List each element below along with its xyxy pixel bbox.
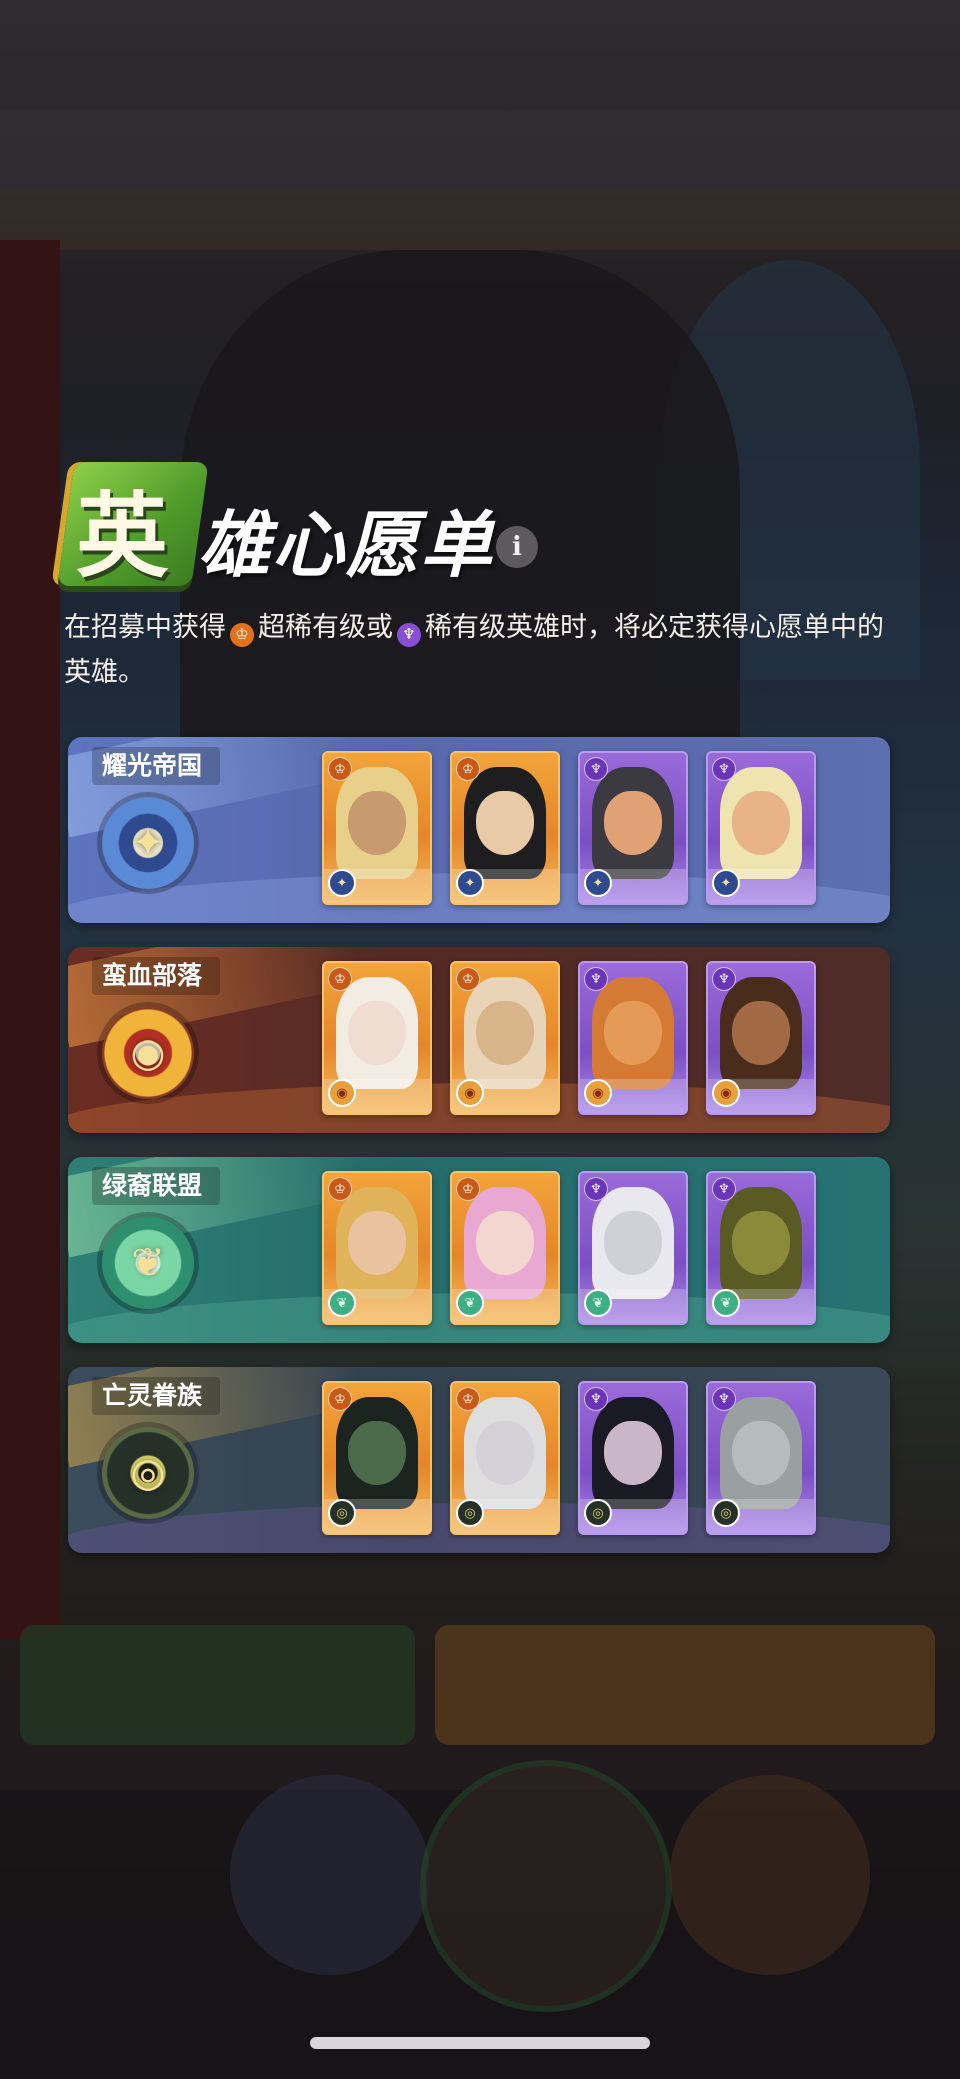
ssr-rank-icon: ♔ <box>456 967 480 991</box>
hero-face <box>732 791 790 855</box>
hero-card[interactable]: ♆ ❦ <box>706 1171 816 1325</box>
hero-face <box>348 1001 406 1065</box>
hero-card[interactable]: ♆ ◎ <box>578 1381 688 1535</box>
faction-badge-icon: ◉ <box>328 1079 356 1107</box>
title-text: 雄心愿单 <box>198 502 495 587</box>
hero-face <box>604 1421 662 1485</box>
hero-face <box>732 1211 790 1275</box>
ssr-rank-icon: ♔ <box>456 757 480 781</box>
faction-emblem-glyph: ✦ <box>131 820 165 866</box>
faction-badge-icon: ❦ <box>456 1289 484 1317</box>
faction-panel: 亡灵眷族 ◎ ♔ ◎ ♔ ◎ ♆ ◎ ♆ ◎ <box>68 1367 890 1553</box>
sr-rank-icon: ♆ <box>584 1387 608 1411</box>
hero-face <box>476 1421 534 1485</box>
faction-emblem-icon: ✦ <box>102 797 194 889</box>
wishlist-title: 英 雄心愿单 i <box>57 458 578 590</box>
faction-badge-icon: ◎ <box>712 1499 740 1527</box>
faction-panel: 耀光帝国 ✦ ♔ ✦ ♔ ✦ ♆ ✦ ♆ ✦ <box>68 737 890 923</box>
faction-emblem-glyph: ◎ <box>130 1450 166 1496</box>
faction-badge-icon: ✦ <box>712 869 740 897</box>
hero-card[interactable]: ♆ ◉ <box>706 961 816 1115</box>
hero-row: ♔ ◎ ♔ ◎ ♆ ◎ ♆ ◎ <box>322 1381 816 1535</box>
faction-badge-icon: ◎ <box>328 1499 356 1527</box>
faction-badge-icon: ❦ <box>584 1289 612 1317</box>
ssr-rank-icon: ♔ <box>456 1387 480 1411</box>
hero-face <box>476 1211 534 1275</box>
hero-card[interactable]: ♆ ❦ <box>578 1171 688 1325</box>
sr-rank-icon: ♆ <box>712 1387 736 1411</box>
hero-card[interactable]: ♔ ◎ <box>322 1381 432 1535</box>
faction-emblem-icon: ◎ <box>102 1427 194 1519</box>
faction-emblem-icon: ◉ <box>102 1007 194 1099</box>
ssr-rank-icon: ♔ <box>230 622 254 647</box>
hero-face <box>476 1001 534 1065</box>
hero-card[interactable]: ♆ ✦ <box>578 751 688 905</box>
ssr-rank-icon: ♔ <box>328 1177 352 1201</box>
ssr-rank-icon: ♔ <box>328 1387 352 1411</box>
hero-card[interactable]: ♔ ◉ <box>322 961 432 1115</box>
hero-row: ♔ ❦ ♔ ❦ ♆ ❦ ♆ ❦ <box>322 1171 816 1325</box>
hero-face <box>348 791 406 855</box>
hero-card[interactable]: ♔ ◎ <box>450 1381 560 1535</box>
ssr-rank-icon: ♔ <box>328 757 352 781</box>
ssr-rank-icon: ♔ <box>456 1177 480 1201</box>
faction-badge-icon: ◉ <box>584 1079 612 1107</box>
wishlist-description: 在招募中获得 ♔ 超稀有级或 ♆ 稀有级英雄时，将必定获得心愿单中的英雄。 <box>64 605 904 695</box>
faction-emblem-glyph: ❦ <box>131 1240 165 1286</box>
hero-face <box>732 1001 790 1065</box>
sr-rank-icon: ♆ <box>712 757 736 781</box>
sr-rank-icon: ♆ <box>712 1177 736 1201</box>
faction-badge-icon: ✦ <box>328 869 356 897</box>
faction-badge-icon: ◎ <box>584 1499 612 1527</box>
sr-rank-icon: ♆ <box>584 1177 608 1201</box>
hero-card[interactable]: ♆ ◎ <box>706 1381 816 1535</box>
hero-face <box>604 791 662 855</box>
faction-name: 蛮血部落 <box>92 957 221 995</box>
hero-row: ♔ ✦ ♔ ✦ ♆ ✦ ♆ ✦ <box>322 751 816 905</box>
hero-card[interactable]: ♆ ◉ <box>578 961 688 1115</box>
sr-rank-icon: ♆ <box>712 967 736 991</box>
faction-panel: 绿裔联盟 ❦ ♔ ❦ ♔ ❦ ♆ ❦ ♆ ❦ <box>68 1157 890 1343</box>
faction-badge-icon: ❦ <box>712 1289 740 1317</box>
faction-badge-icon: ✦ <box>456 869 484 897</box>
sr-rank-icon: ♆ <box>584 757 608 781</box>
ssr-rank-icon: ♔ <box>328 967 352 991</box>
faction-name: 绿裔联盟 <box>92 1167 221 1205</box>
faction-name: 亡灵眷族 <box>92 1377 221 1415</box>
home-indicator <box>310 2037 650 2049</box>
hero-card[interactable]: ♔ ❦ <box>322 1171 432 1325</box>
faction-badge-icon: ◉ <box>712 1079 740 1107</box>
hero-card[interactable]: ♆ ✦ <box>706 751 816 905</box>
faction-emblem-glyph: ◉ <box>130 1030 166 1076</box>
hero-card[interactable]: ♔ ◉ <box>450 961 560 1115</box>
hero-card[interactable]: ♔ ❦ <box>450 1171 560 1325</box>
hero-face <box>348 1421 406 1485</box>
hero-card[interactable]: ♔ ✦ <box>322 751 432 905</box>
hero-face <box>604 1211 662 1275</box>
faction-emblem-icon: ❦ <box>102 1217 194 1309</box>
hero-face <box>604 1001 662 1065</box>
faction-badge-icon: ◉ <box>456 1079 484 1107</box>
info-icon[interactable]: i <box>496 526 538 568</box>
description-part1: 在招募中获得 <box>64 612 226 643</box>
hero-face <box>732 1421 790 1485</box>
faction-name: 耀光帝国 <box>92 747 221 785</box>
hero-face <box>348 1211 406 1275</box>
sr-rank-icon: ♆ <box>397 622 421 647</box>
description-part2: 超稀有级或 <box>258 612 393 643</box>
hero-face <box>476 791 534 855</box>
faction-badge-icon: ❦ <box>328 1289 356 1317</box>
title-badge-char: 英 <box>76 482 169 590</box>
hero-row: ♔ ◉ ♔ ◉ ♆ ◉ ♆ ◉ <box>322 961 816 1115</box>
faction-panel: 蛮血部落 ◉ ♔ ◉ ♔ ◉ ♆ ◉ ♆ ◉ <box>68 947 890 1133</box>
hero-card[interactable]: ♔ ✦ <box>450 751 560 905</box>
sr-rank-icon: ♆ <box>584 967 608 991</box>
faction-badge-icon: ✦ <box>584 869 612 897</box>
faction-badge-icon: ◎ <box>456 1499 484 1527</box>
